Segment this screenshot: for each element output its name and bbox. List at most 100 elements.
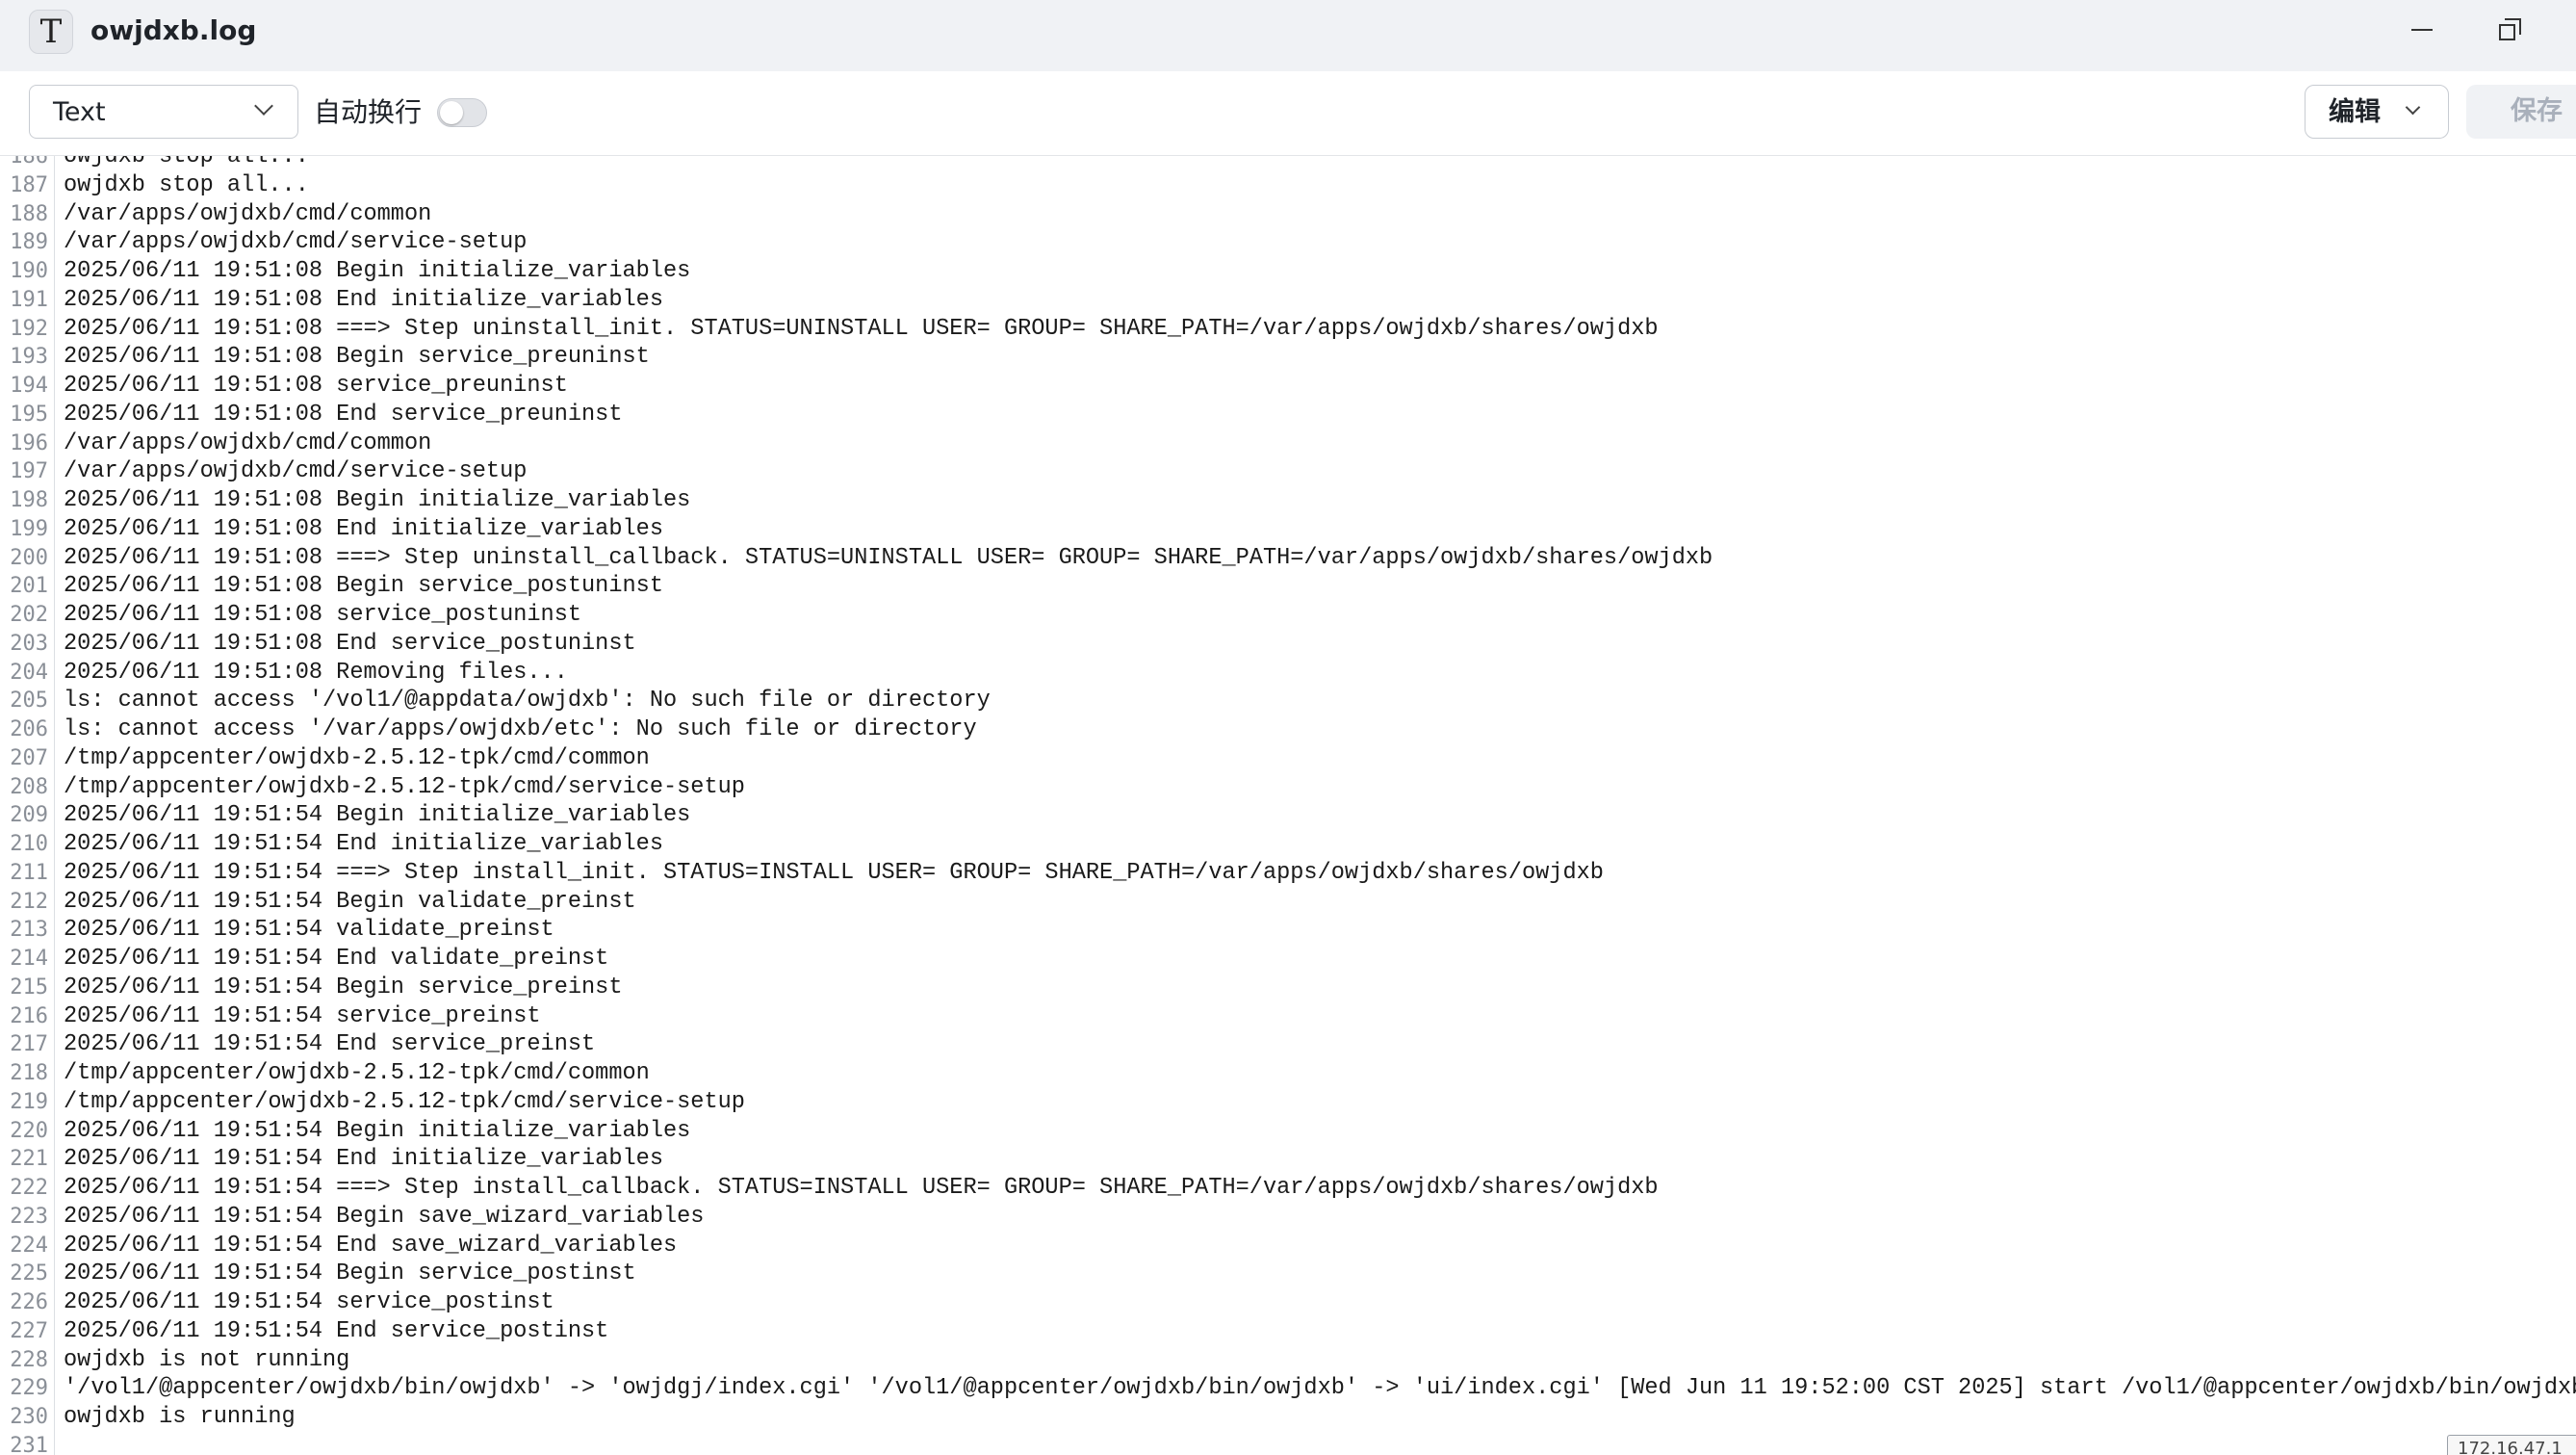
- line-number: 194: [10, 374, 48, 398]
- line-text: owjdxb is running: [64, 1404, 296, 1430]
- log-line: 223 2025/06/11 19:51:54 Begin save_wizard…: [0, 1203, 2576, 1232]
- line-text: 2025/06/11 19:51:54 Begin service_postin…: [64, 1260, 636, 1287]
- line-number: 209: [10, 803, 48, 828]
- log-line: 218/tmp/appcenter/owjdxb-2.5.12-tpk/cmd/…: [0, 1059, 2576, 1088]
- line-text: 2025/06/11 19:51:08 service_postuninst: [64, 602, 582, 628]
- language-select[interactable]: Text: [29, 85, 298, 139]
- line-number: 208: [10, 774, 48, 799]
- minimize-icon: [2411, 29, 2433, 31]
- log-line: 207/tmp/appcenter/owjdxb-2.5.12-tpk/cmd/…: [0, 744, 2576, 773]
- line-text: ls: cannot access '/vol1/@appdata/owjdxb…: [64, 688, 991, 715]
- log-line: 217 2025/06/11 19:51:54 End service_prein…: [0, 1030, 2576, 1059]
- line-text: 2025/06/11 19:51:08 service_preuninst: [64, 373, 568, 399]
- line-text: 2025/06/11 19:51:08 End initialize_varia…: [64, 515, 663, 542]
- line-text: 2025/06/11 19:51:54 End initialize_varia…: [64, 1146, 663, 1173]
- log-line: 227 2025/06/11 19:51:54 End service_posti…: [0, 1317, 2576, 1346]
- word-wrap-toggle[interactable]: [437, 98, 487, 127]
- log-line: 198 2025/06/11 19:51:08 Begin initialize_…: [0, 486, 2576, 515]
- log-line: 222 2025/06/11 19:51:54 ===> Step install…: [0, 1174, 2576, 1203]
- log-line: 202 2025/06/11 19:51:08 service_postunins…: [0, 601, 2576, 630]
- line-text: /var/apps/owjdxb/cmd/common: [64, 200, 432, 227]
- log-line: 188/var/apps/owjdxb/cmd/common: [0, 200, 2576, 229]
- line-text: 2025/06/11 19:51:54 ===> Step install_ca…: [64, 1175, 1659, 1201]
- line-text: 2025/06/11 19:51:54 End initialize_varia…: [64, 831, 663, 857]
- log-line: 195 2025/06/11 19:51:08 End service_preun…: [0, 401, 2576, 429]
- log-line: 186 owjdxb stop all...: [0, 156, 2576, 171]
- log-line: 211 2025/06/11 19:51:54 ===> Step install…: [0, 859, 2576, 888]
- line-number: 215: [10, 974, 48, 1000]
- log-line: 213 2025/06/11 19:51:54 validate_preinst: [0, 916, 2576, 945]
- log-line: 214 2025/06/11 19:51:54 End validate_prei…: [0, 945, 2576, 974]
- edit-menu-button[interactable]: 编辑: [2305, 85, 2449, 139]
- log-line: 192 2025/06/11 19:51:08 ===> Step uninsta…: [0, 315, 2576, 344]
- line-text: /tmp/appcenter/owjdxb-2.5.12-tpk/cmd/ser…: [64, 1088, 745, 1115]
- line-number: 221: [10, 1147, 48, 1172]
- line-number: 197: [10, 459, 48, 484]
- line-text: 2025/06/11 19:51:08 Begin service_preuni…: [64, 344, 650, 371]
- line-number: 195: [10, 402, 48, 427]
- window-title: owjdxb.log: [90, 14, 257, 46]
- line-number: 190: [10, 259, 48, 283]
- log-line: 220 2025/06/11 19:51:54 Begin initialize_…: [0, 1117, 2576, 1146]
- log-line: 200 2025/06/11 19:51:08 ===> Step uninsta…: [0, 544, 2576, 573]
- line-number: 217: [10, 1032, 48, 1057]
- line-text: 2025/06/11 19:51:54 Begin save_wizard_va…: [64, 1203, 705, 1230]
- line-number: 214: [10, 947, 48, 971]
- log-line: 215 2025/06/11 19:51:54 Begin service_pre…: [0, 974, 2576, 1002]
- log-line: 191 2025/06/11 19:51:08 End initialize_va…: [0, 286, 2576, 315]
- line-number: 191: [10, 287, 48, 312]
- edit-button-label: 编辑: [2329, 97, 2381, 127]
- log-line: 201 2025/06/11 19:51:08 Begin service_pos…: [0, 572, 2576, 601]
- log-line: 225 2025/06/11 19:51:54 Begin service_pos…: [0, 1260, 2576, 1288]
- save-button[interactable]: 保存: [2466, 85, 2576, 139]
- line-number: 204: [10, 660, 48, 685]
- line-number: 213: [10, 918, 48, 943]
- line-number: 229: [10, 1376, 48, 1401]
- line-number: 220: [10, 1118, 48, 1143]
- log-line: 199 2025/06/11 19:51:08 End initialize_va…: [0, 515, 2576, 544]
- line-text: /tmp/appcenter/owjdxb-2.5.12-tpk/cmd/com…: [64, 1060, 650, 1086]
- line-number: 207: [10, 745, 48, 770]
- line-text: 2025/06/11 19:51:54 Begin initialize_var…: [64, 802, 691, 829]
- log-line: 193 2025/06/11 19:51:08 Begin service_pre…: [0, 343, 2576, 372]
- log-line: 194 2025/06/11 19:51:08 service_preuninst: [0, 372, 2576, 401]
- line-text: 2025/06/11 19:51:08 Removing files...: [64, 659, 568, 686]
- line-number: 192: [10, 316, 48, 341]
- save-button-label: 保存: [2511, 96, 2563, 126]
- log-line: 229 '/vol1/@appcenter/owjdxb/bin/owjdxb' …: [0, 1374, 2576, 1403]
- log-line: 226 2025/06/11 19:51:54 service_postinst: [0, 1288, 2576, 1317]
- log-line: 197/var/apps/owjdxb/cmd/service-setup: [0, 457, 2576, 486]
- chevron-down-icon: [254, 96, 273, 116]
- log-line: 216 2025/06/11 19:51:54 service_preinst: [0, 1002, 2576, 1031]
- log-line: 204 2025/06/11 19:51:08 Removing files...: [0, 659, 2576, 688]
- line-text: 2025/06/11 19:51:54 Begin initialize_var…: [64, 1117, 691, 1144]
- log-line: 205 ls: cannot access '/vol1/@appdata/owj…: [0, 687, 2576, 715]
- line-text: owjdxb is not running: [64, 1346, 350, 1373]
- line-text: 2025/06/11 19:51:54 service_postinst: [64, 1289, 554, 1315]
- editor-toolbar: Text 自动换行 编辑 保存: [0, 71, 2576, 156]
- line-text: 2025/06/11 19:51:08 Begin service_postun…: [64, 573, 663, 600]
- line-number: 198: [10, 488, 48, 512]
- minimize-button[interactable]: [2395, 8, 2449, 52]
- log-line: 208/tmp/appcenter/owjdxb-2.5.12-tpk/cmd/…: [0, 773, 2576, 802]
- line-text: ls: cannot access '/var/apps/owjdxb/etc'…: [64, 716, 977, 742]
- line-text: owjdxb stop all...: [64, 156, 309, 169]
- ip-address-text: 172.16.47.1: [2458, 1439, 2563, 1455]
- maximize-button[interactable]: [2484, 8, 2537, 52]
- log-line: 219/tmp/appcenter/owjdxb-2.5.12-tpk/cmd/…: [0, 1088, 2576, 1117]
- line-text: 2025/06/11 19:51:08 ===> Step uninstall_…: [64, 544, 1713, 571]
- log-content-area[interactable]: 186 owjdxb stop all... 187 owjdxb stop all.…: [0, 156, 2576, 1455]
- line-number: 211: [10, 860, 48, 885]
- language-select-value: Text: [53, 97, 106, 127]
- toggle-knob: [440, 101, 463, 124]
- line-number: 201: [10, 574, 48, 599]
- line-text: /var/apps/owjdxb/cmd/common: [64, 429, 432, 456]
- title-bar: T owjdxb.log: [0, 0, 2576, 71]
- restore-icon: [2499, 18, 2522, 41]
- line-text: 2025/06/11 19:51:54 End service_postinst: [64, 1317, 609, 1344]
- line-text: 2025/06/11 19:51:08 End service_postunin…: [64, 630, 636, 657]
- log-line: 231: [0, 1432, 2576, 1455]
- line-text: 2025/06/11 19:51:54 End save_wizard_vari…: [64, 1232, 678, 1259]
- line-text: /tmp/appcenter/owjdxb-2.5.12-tpk/cmd/com…: [64, 744, 650, 771]
- log-line: 203 2025/06/11 19:51:08 End service_postu…: [0, 630, 2576, 659]
